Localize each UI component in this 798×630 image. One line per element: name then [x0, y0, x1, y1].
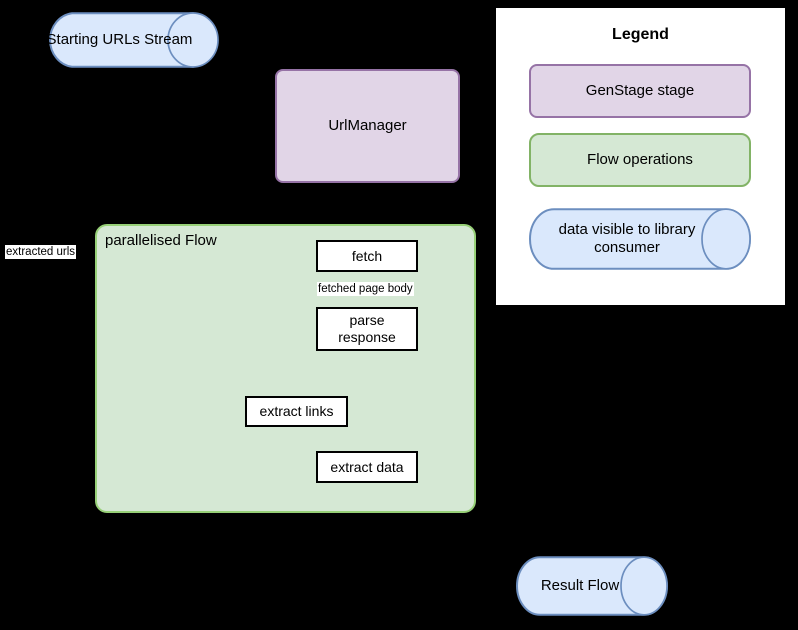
edge-label-extracted-urls: extracted urls	[5, 245, 77, 260]
edge-label-fetched-page-body: fetched page body	[317, 282, 414, 297]
node-url-manager[interactable]: UrlManager	[275, 69, 460, 183]
node-fetch[interactable]: fetch	[316, 240, 418, 272]
node-extract-links-label: extract links	[259, 403, 334, 420]
legend-item-flow-operations-label: Flow operations	[587, 151, 693, 169]
legend-item-genstage-stage-label: GenStage stage	[585, 82, 695, 100]
node-url-manager-label: UrlManager	[328, 117, 407, 135]
container-parallelised-flow: parallelised Flow	[95, 224, 476, 513]
container-parallelised-flow-label: parallelised Flow	[105, 232, 217, 249]
legend-title: Legend	[612, 26, 669, 43]
node-extract-data-label: extract data	[330, 458, 404, 475]
node-extract-links[interactable]: extract links	[245, 396, 348, 427]
node-parse-response[interactable]: parse response	[316, 307, 418, 351]
diagram-canvas: Starting URLs Stream UrlManager parallel…	[0, 0, 798, 630]
legend-panel: Legend GenStage stage Flow operations da…	[496, 8, 785, 305]
node-extract-data[interactable]: extract data	[316, 451, 418, 483]
node-parse-response-label-line2: response	[338, 329, 396, 345]
legend-swatch-flow-operations: Flow operations	[529, 133, 751, 187]
legend-swatch-genstage-stage: GenStage stage	[529, 64, 751, 118]
node-result-flow[interactable]: Result Flow	[516, 556, 668, 616]
node-fetch-label: fetch	[351, 247, 383, 264]
node-starting-urls-stream[interactable]: Starting URLs Stream	[46, 12, 219, 68]
node-parse-response-label-line1: parse	[349, 312, 385, 329]
legend-swatch-data-visible: data visible to library consumer	[529, 208, 751, 270]
